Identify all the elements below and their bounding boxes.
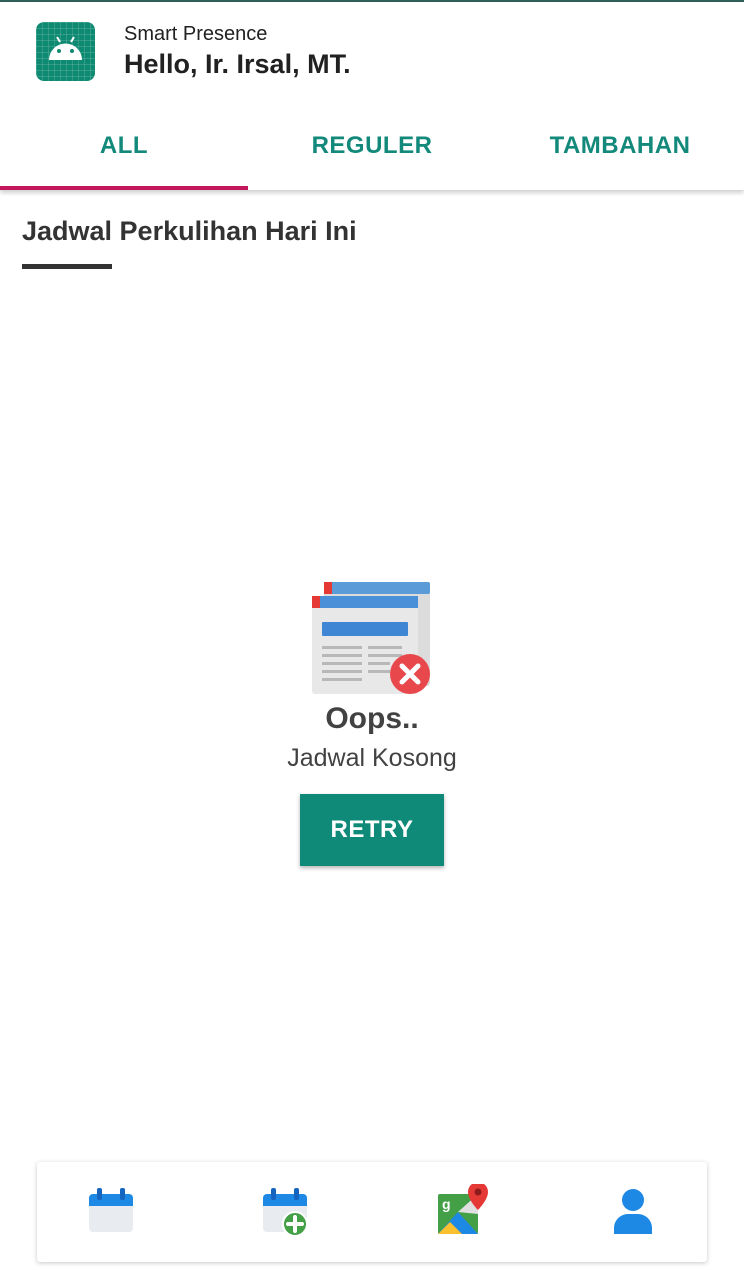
calendar-icon	[89, 1188, 133, 1232]
empty-schedule-icon	[308, 578, 436, 698]
nav-item-map[interactable]: g	[432, 1182, 488, 1240]
tab-label: REGULER	[311, 132, 433, 159]
tab-bar: ALL REGULER TAMBAHAN	[0, 106, 744, 190]
calendar-add-icon	[263, 1188, 308, 1237]
nav-item-schedule[interactable]	[83, 1184, 139, 1240]
app-name: Smart Presence	[124, 23, 268, 45]
nav-item-add-schedule[interactable]	[257, 1184, 313, 1240]
profile-icon	[614, 1189, 652, 1234]
tab-reguler[interactable]: REGULER	[248, 106, 496, 190]
map-icon: g	[438, 1182, 488, 1234]
retry-button[interactable]: RETRY	[300, 794, 444, 866]
section-title: Jadwal Perkulihan Hari Ini	[22, 216, 357, 246]
tab-indicator	[0, 186, 248, 190]
android-icon	[36, 22, 95, 81]
tab-label: TAMBAHAN	[549, 132, 691, 159]
nav-item-profile[interactable]	[605, 1184, 661, 1240]
empty-message: Jadwal Kosong	[287, 744, 457, 772]
bottom-navigation: g	[37, 1162, 707, 1262]
empty-title: Oops..	[325, 702, 419, 735]
tab-tambahan[interactable]: TAMBAHAN	[496, 106, 744, 190]
app-header: Smart Presence Hello, Ir. Irsal, MT.	[0, 2, 744, 106]
tab-label: ALL	[99, 132, 149, 159]
user-greeting: Hello, Ir. Irsal, MT.	[124, 49, 351, 79]
tab-all[interactable]: ALL	[0, 106, 248, 190]
svg-text:g: g	[442, 1196, 451, 1212]
section-underline	[22, 264, 112, 269]
